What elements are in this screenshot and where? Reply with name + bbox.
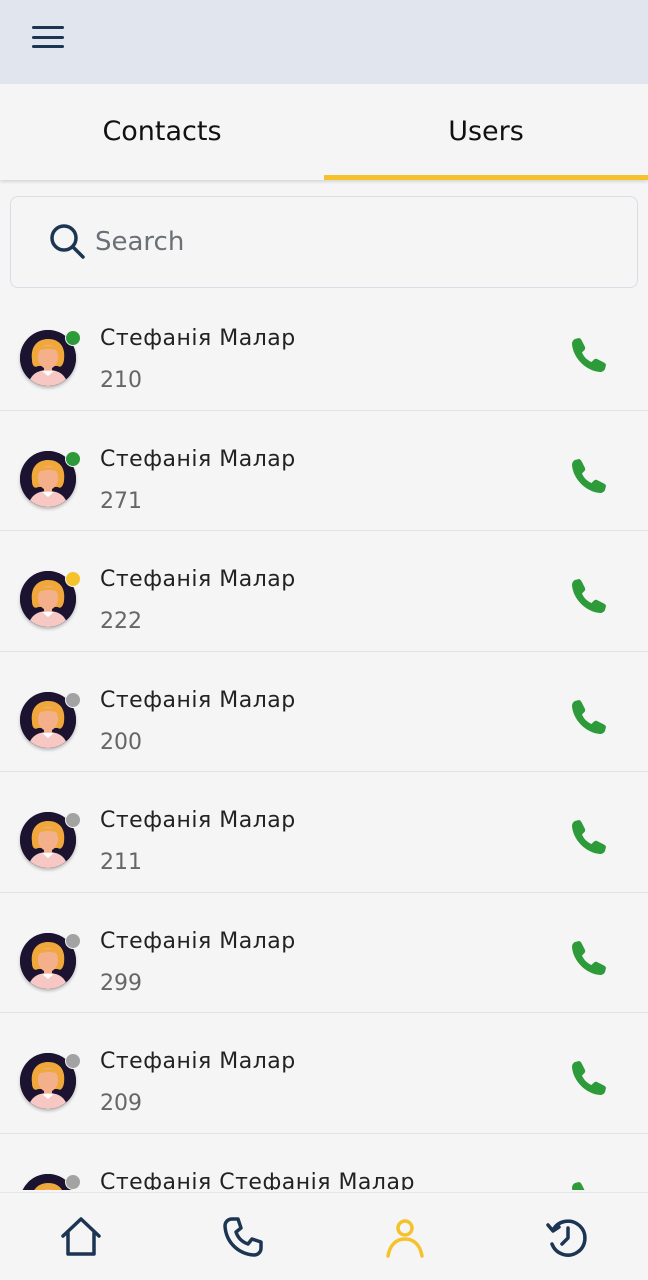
user-extension: 271	[100, 488, 142, 514]
user-name: Стефанія Малар	[100, 567, 296, 592]
tab-users[interactable]: Users	[324, 84, 648, 180]
bottom-navigation	[0, 1192, 648, 1280]
user-extension: 209	[100, 1091, 142, 1116]
presence-status-dot	[65, 1053, 81, 1069]
user-extension: 222	[100, 609, 142, 634]
nav-home[interactable]	[0, 1193, 162, 1280]
presence-status-dot	[65, 571, 81, 587]
user-name: Стефанія Малар	[100, 326, 296, 351]
user-name: Стефанія Малар	[100, 446, 296, 472]
user-extension: 211	[100, 850, 142, 875]
user-row[interactable]: Стефанія Малар 211	[0, 772, 648, 893]
call-icon[interactable]	[568, 816, 610, 858]
hamburger-menu-icon[interactable]	[30, 24, 66, 50]
call-icon[interactable]	[568, 696, 610, 738]
nav-phone[interactable]	[162, 1193, 324, 1280]
search-icon	[50, 224, 85, 259]
call-icon[interactable]	[568, 1057, 610, 1099]
tab-contacts[interactable]: Contacts	[0, 84, 324, 180]
user-row[interactable]: Стефанія Стефанія Малар	[0, 1134, 648, 1191]
call-icon[interactable]	[568, 334, 610, 376]
history-icon	[546, 1218, 587, 1257]
user-row[interactable]: Стефанія Малар 209	[0, 1013, 648, 1134]
search-input[interactable]	[95, 219, 615, 265]
user-name: Стефанія Малар	[100, 1049, 296, 1074]
call-icon[interactable]	[568, 455, 610, 497]
user-row[interactable]: Стефанія Малар 299	[0, 893, 648, 1013]
call-icon[interactable]	[568, 1178, 610, 1191]
presence-status-dot	[65, 932, 81, 949]
presence-status-dot	[65, 812, 81, 828]
user-list: Стефанія Малар 210 Стефанія Малар 271 Ст…	[0, 290, 648, 1190]
user-extension: 200	[100, 729, 142, 755]
presence-status-dot	[65, 330, 81, 346]
user-row[interactable]: Стефанія Малар 210	[0, 290, 648, 411]
user-row[interactable]: Стефанія Малар 200	[0, 652, 648, 772]
nav-history[interactable]	[486, 1193, 648, 1280]
tab-bar: Contacts Users	[0, 84, 648, 180]
home-icon	[61, 1216, 101, 1256]
presence-status-dot	[65, 450, 81, 467]
top-app-bar	[0, 0, 648, 84]
user-name: Стефанія Малар	[100, 687, 296, 713]
call-icon[interactable]	[568, 575, 610, 617]
user-extension: 299	[100, 970, 142, 996]
user-row[interactable]: Стефанія Малар 271	[0, 411, 648, 531]
user-name: Стефанія Малар	[100, 808, 296, 833]
nav-users[interactable]	[324, 1193, 486, 1280]
user-icon	[386, 1218, 424, 1258]
presence-status-dot	[65, 691, 81, 708]
user-row[interactable]: Стефанія Малар 222	[0, 531, 648, 652]
user-extension: 210	[100, 368, 142, 393]
search-box	[10, 196, 638, 288]
phone-icon	[223, 1216, 263, 1257]
presence-status-dot	[65, 1173, 81, 1190]
user-name: Стефанія Стефанія Малар	[100, 1169, 415, 1191]
call-icon[interactable]	[568, 937, 610, 979]
user-name: Стефанія Малар	[100, 928, 296, 954]
